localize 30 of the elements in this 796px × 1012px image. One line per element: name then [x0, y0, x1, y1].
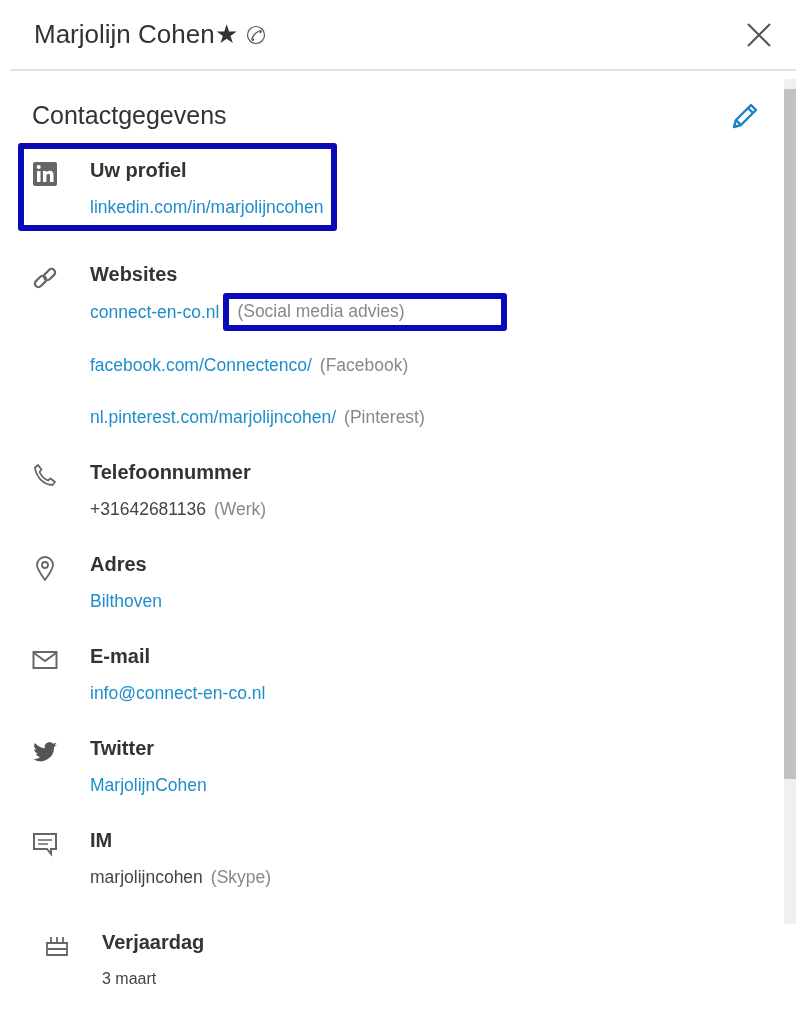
- field-label: E-mail: [90, 643, 152, 669]
- value-type-label: (Facebook): [319, 353, 409, 377]
- phone-icon: [32, 462, 58, 489]
- linkedin-icon: [32, 160, 58, 187]
- link[interactable]: info@connect-en-co.nl: [90, 680, 266, 705]
- annotation-frame: (Social media advies): [223, 292, 507, 331]
- link[interactable]: nl.pinterest.com/marjolijncohen/: [90, 404, 337, 429]
- field-value: +31642681136: [90, 497, 206, 521]
- link[interactable]: facebook.com/Connectenco/: [90, 352, 312, 377]
- field-label: Telefoonnummer: [90, 459, 252, 485]
- field-label: Uw profiel: [90, 157, 188, 183]
- field-label: Adres: [90, 551, 148, 577]
- link[interactable]: connect-en-co.nl: [90, 299, 220, 324]
- field-value: 3 maart: [102, 968, 158, 989]
- section-heading: Contactgegevens: [32, 100, 227, 131]
- contact-name: Marjolijn Cohen★: [34, 18, 238, 51]
- field-label: IM: [90, 827, 114, 853]
- value-type-label: (Werk): [214, 497, 267, 521]
- phone-circle-icon: [245, 24, 266, 45]
- field-value: marjolijncohen: [90, 865, 203, 889]
- field-label: Twitter: [90, 735, 156, 761]
- scrollbar[interactable]: [784, 79, 796, 924]
- link[interactable]: Bilthoven: [90, 588, 162, 613]
- field-label: Verjaardag: [102, 929, 205, 955]
- value-type-label: (Skype): [210, 865, 272, 889]
- link[interactable]: MarjolijnCohen: [90, 772, 207, 797]
- chat-bubble-icon: [32, 830, 58, 857]
- field-label: Websites: [90, 261, 179, 287]
- value-type-label: (Pinterest): [344, 405, 425, 429]
- link[interactable]: linkedin.com/in/marjolijncohen: [90, 194, 324, 219]
